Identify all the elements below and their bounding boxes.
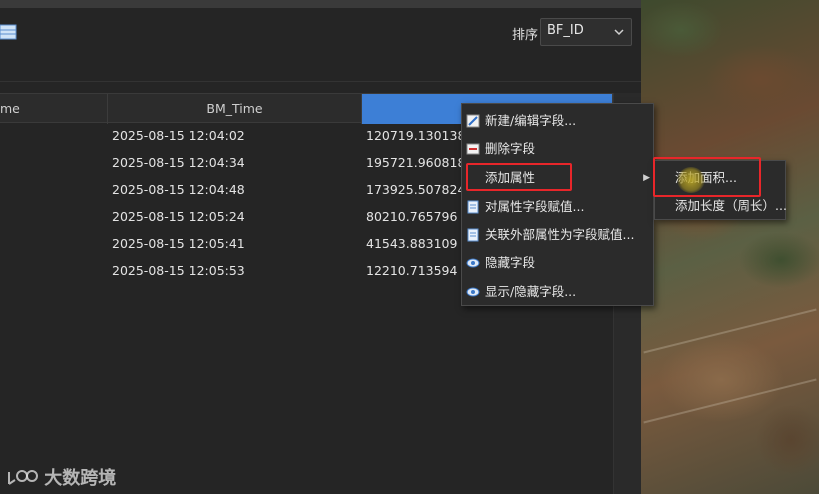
menu-item-delete-field[interactable]: 删除字段 <box>462 135 655 163</box>
cell-value: 41543.883109 <box>366 236 458 251</box>
menu-item-label: 隐藏字段 <box>485 255 536 270</box>
highlight-box-add-area <box>653 157 761 197</box>
menu-item-show-hide-field[interactable]: 显示/隐藏字段... <box>462 278 655 306</box>
cell-bm-time: 2025-08-15 12:04:48 <box>112 182 245 197</box>
delete-field-icon <box>466 143 480 155</box>
chevron-down-icon <box>614 29 624 36</box>
title-bar <box>0 0 641 8</box>
brand-logo-icon <box>8 470 38 485</box>
eye-icon <box>466 287 480 297</box>
assign-value-icon <box>467 200 479 214</box>
submenu-arrow-icon: ▶ <box>643 173 650 183</box>
watermark: 大数跨境 <box>6 464 116 492</box>
toolbar-divider <box>0 81 641 82</box>
cell-value: 120719.130138 <box>366 128 466 143</box>
menu-item-hide-field[interactable]: 隐藏字段 <box>462 249 655 277</box>
context-menu: 新建/编辑字段... 删除字段 添加属性 ▶ 对属性字段赋值... 关联外部属性… <box>461 103 654 306</box>
cell-bm-time: 2025-08-15 12:04:02 <box>112 128 245 143</box>
satellite-map-view[interactable] <box>641 0 819 494</box>
table-view-icon[interactable] <box>0 22 18 42</box>
menu-item-label: 新建/编辑字段... <box>485 113 577 128</box>
menu-item-edit-field[interactable]: 新建/编辑字段... <box>462 107 655 135</box>
sort-label: 排序 <box>512 28 539 43</box>
cell-bm-time: 2025-08-15 12:04:34 <box>112 155 245 170</box>
cell-value: 12210.713594 <box>366 263 458 278</box>
cell-value: 173925.507824 <box>366 182 466 197</box>
menu-item-label: 删除字段 <box>485 141 536 156</box>
cell-bm-time: 2025-08-15 12:05:41 <box>112 236 245 251</box>
watermark-text: 大数跨境 <box>44 468 117 489</box>
menu-item-join-external[interactable]: 关联外部属性为字段赋值... <box>462 221 655 249</box>
mouse-cursor-icon <box>677 167 705 193</box>
join-external-icon <box>467 228 479 242</box>
highlight-box-add-attribute <box>466 163 572 191</box>
eye-icon <box>466 258 480 268</box>
cell-value: 80210.765796 <box>366 209 458 224</box>
menu-item-assign-value[interactable]: 对属性字段赋值... <box>462 193 655 221</box>
cell-value: 195721.960818 <box>366 155 466 170</box>
sort-select[interactable]: BF_ID <box>540 18 632 46</box>
cell-bm-time: 2025-08-15 12:05:24 <box>112 209 245 224</box>
menu-item-label: 对属性字段赋值... <box>485 199 585 214</box>
edit-field-icon <box>466 114 480 128</box>
sort-select-value: BF_ID <box>547 23 584 38</box>
menu-item-label: 关联外部属性为字段赋值... <box>485 227 635 242</box>
column-header-time[interactable]: me <box>0 94 108 124</box>
menu-item-label: 显示/隐藏字段... <box>485 284 577 299</box>
cell-bm-time: 2025-08-15 12:05:53 <box>112 263 245 278</box>
column-header-bm-time[interactable]: BM_Time <box>108 94 362 124</box>
